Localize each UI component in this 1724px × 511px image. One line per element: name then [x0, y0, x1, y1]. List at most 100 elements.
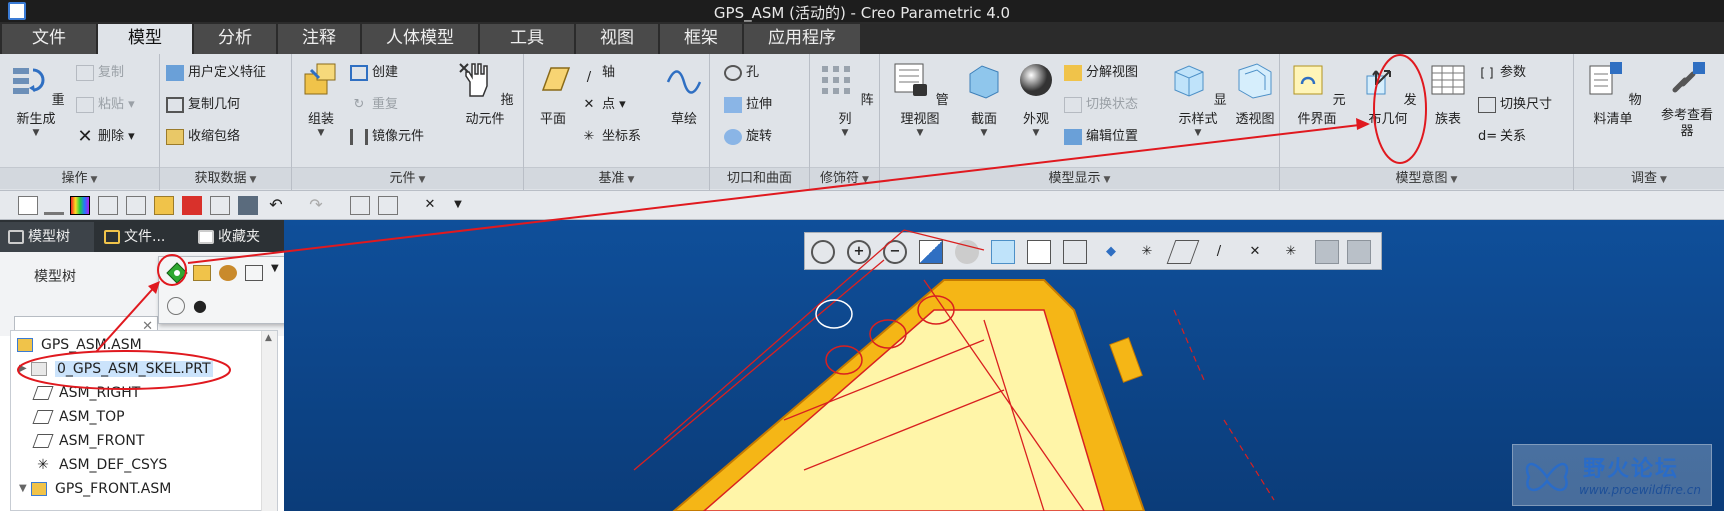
paste-button[interactable]: 粘贴 ▾	[76, 92, 135, 118]
reference-viewer-button[interactable]: 参考查看器	[1652, 58, 1722, 140]
chevron-down-icon[interactable]: ▼	[4, 128, 68, 138]
chevron-down-icon[interactable]: ▼	[1166, 128, 1230, 138]
graphics-window[interactable]: + − ◆ ✳ / ✕ ✳	[284, 220, 1724, 511]
pattern-button[interactable]: 阵列 ▼	[816, 58, 874, 138]
csys-button[interactable]: ✳ 坐标系	[580, 124, 641, 150]
scroll-up-icon[interactable]: ▲	[265, 333, 272, 343]
open-folder-icon[interactable]	[154, 196, 174, 215]
sketch-button[interactable]: 草绘	[660, 58, 708, 127]
group-label-investigate[interactable]: 调查 ▼	[1574, 167, 1724, 189]
revolve-button[interactable]: 旋转	[724, 124, 772, 150]
regenerate-small-icon[interactable]	[98, 196, 118, 215]
close-window-icon[interactable]	[182, 196, 202, 215]
publish-geometry-button[interactable]: 发布几何	[1356, 58, 1420, 127]
relations-button[interactable]: d= 关系	[1478, 124, 1526, 150]
select-tool-icon[interactable]	[245, 265, 263, 281]
parameters-button[interactable]: [ ] 参数	[1478, 60, 1526, 86]
tree-item-asm-front[interactable]: ASM_FRONT	[32, 429, 144, 453]
group-label-component[interactable]: 元件 ▼	[292, 167, 523, 189]
customize-qat-icon[interactable]: ▼	[448, 196, 468, 215]
group-label-model-intent[interactable]: 模型意图 ▼	[1280, 167, 1573, 189]
edit-position-button[interactable]: 编辑位置	[1064, 124, 1138, 150]
zoom-to-selected-icon[interactable]	[167, 297, 185, 315]
point-button[interactable]: ✕ 点 ▾	[580, 92, 626, 118]
copy-geometry-button[interactable]: 复制几何	[166, 92, 240, 118]
open-icon[interactable]	[193, 265, 211, 281]
udf-button[interactable]: 用户定义特征	[166, 60, 266, 86]
tree-item-asm-top[interactable]: ASM_TOP	[32, 405, 125, 429]
close-icon[interactable]: ✕	[420, 196, 440, 215]
section-button[interactable]: 截面 ▼	[960, 58, 1008, 138]
tab-framework[interactable]: 框架	[660, 24, 742, 54]
perspective-button[interactable]: 透视图	[1232, 58, 1278, 127]
chevron-down-icon[interactable]: ▼	[296, 128, 346, 138]
chevron-down-icon[interactable]: ▼	[816, 128, 874, 138]
tree-item-asm-right[interactable]: ASM_RIGHT	[32, 381, 140, 405]
mirror-component-button[interactable]: 镜像元件	[350, 124, 424, 150]
regen-manager-icon[interactable]	[350, 196, 370, 215]
tab-tools[interactable]: 工具	[480, 24, 574, 54]
plane-button[interactable]: 平面	[528, 58, 578, 127]
redo-icon[interactable]: ↷	[306, 196, 326, 215]
delete-button[interactable]: ✕ 删除 ▾	[76, 124, 134, 150]
chevron-down-icon[interactable]: ▼	[1014, 128, 1058, 138]
window-icon[interactable]	[210, 196, 230, 215]
component-interface-button[interactable]: 元件界面	[1284, 58, 1350, 127]
tab-file[interactable]: 文件	[2, 24, 96, 54]
tree-item-assembly[interactable]: GPS_ASM.ASM	[17, 333, 142, 357]
hole-button[interactable]: 孔	[724, 60, 759, 86]
ruler-icon[interactable]	[44, 196, 64, 215]
manage-views-button[interactable]: 管理视图 ▼	[888, 58, 952, 138]
show-eye-icon[interactable]: ●	[193, 297, 207, 315]
group-label-model-display[interactable]: 模型显示 ▼	[880, 167, 1279, 189]
toggle-status-button[interactable]: 切换状态	[1064, 92, 1138, 118]
windows-icon[interactable]	[378, 196, 398, 215]
axis-button[interactable]: / 轴	[580, 60, 615, 86]
display-style-button[interactable]: 显示样式 ▼	[1166, 58, 1230, 138]
group-label-datum[interactable]: 基准 ▼	[524, 167, 709, 189]
chevron-down-icon[interactable]: ▼	[271, 263, 279, 274]
chevron-down-icon[interactable]: ▼	[960, 128, 1008, 138]
expand-icon[interactable]: ▶	[19, 357, 31, 381]
family-table-button[interactable]: 族表	[1426, 58, 1470, 127]
group-label-get-data[interactable]: 获取数据 ▼	[160, 167, 291, 189]
group-label-modifiers[interactable]: 修饰符 ▼	[810, 167, 879, 189]
drag-component-button[interactable]: 拖动元件	[450, 58, 520, 127]
bom-button[interactable]: 物料清单	[1578, 58, 1648, 127]
tree-scrollbar[interactable]: ▲	[261, 331, 277, 511]
tree-item-skeleton[interactable]: ▶ 0_GPS_ASM_SKEL.PRT	[19, 357, 213, 381]
explode-view-button[interactable]: 分解视图	[1064, 60, 1138, 86]
appearance-small-icon[interactable]	[219, 265, 237, 281]
group-model-intent: 元件界面 发布几何 族表 [ ] 参数 切换尺寸 d= 关系 模型意图 ▼	[1280, 54, 1574, 191]
appearance-button[interactable]: 外观 ▼	[1014, 58, 1058, 138]
tab-model[interactable]: 模型	[98, 24, 192, 54]
verify-icon[interactable]	[126, 196, 146, 215]
switch-dimensions-button[interactable]: 切换尺寸	[1478, 92, 1552, 118]
save-icon[interactable]	[238, 196, 258, 215]
tab-favorites[interactable]: 收藏夹	[190, 222, 284, 252]
extrude-button[interactable]: 拉伸	[724, 92, 772, 118]
collapse-icon[interactable]: ▼	[19, 477, 31, 501]
chevron-down-icon[interactable]: ▼	[888, 128, 952, 138]
assemble-button[interactable]: 组装 ▼	[296, 58, 346, 138]
tree-item-gps-front[interactable]: ▼ GPS_FRONT.ASM	[19, 477, 171, 501]
tab-analysis[interactable]: 分析	[194, 24, 276, 54]
tab-folder-browser[interactable]: 文件...	[96, 222, 188, 252]
tab-model-tree[interactable]: 模型树	[0, 222, 94, 252]
shrinkwrap-button[interactable]: 收缩包络	[166, 124, 240, 150]
new-file-icon[interactable]	[18, 196, 38, 215]
repeat-button[interactable]: ↻ 重复	[350, 92, 398, 118]
undo-icon[interactable]: ↶	[266, 196, 286, 215]
tab-annotate[interactable]: 注释	[278, 24, 360, 54]
color-palette-icon[interactable]	[70, 196, 90, 215]
group-label-cut-surface[interactable]: 切口和曲面	[710, 167, 809, 189]
tab-manikin[interactable]: 人体模型	[362, 24, 478, 54]
copy-button[interactable]: 复制	[76, 60, 124, 86]
tab-applications[interactable]: 应用程序	[744, 24, 860, 54]
publish-geometry-small-icon[interactable]	[165, 261, 189, 285]
regenerate-button[interactable]: 重新生成 ▼	[4, 58, 68, 138]
tab-view[interactable]: 视图	[576, 24, 658, 54]
group-label-operations[interactable]: 操作 ▼	[0, 167, 159, 189]
create-button[interactable]: 创建	[350, 60, 398, 86]
tree-item-asm-csys[interactable]: ✳ ASM_DEF_CSYS	[35, 453, 167, 477]
